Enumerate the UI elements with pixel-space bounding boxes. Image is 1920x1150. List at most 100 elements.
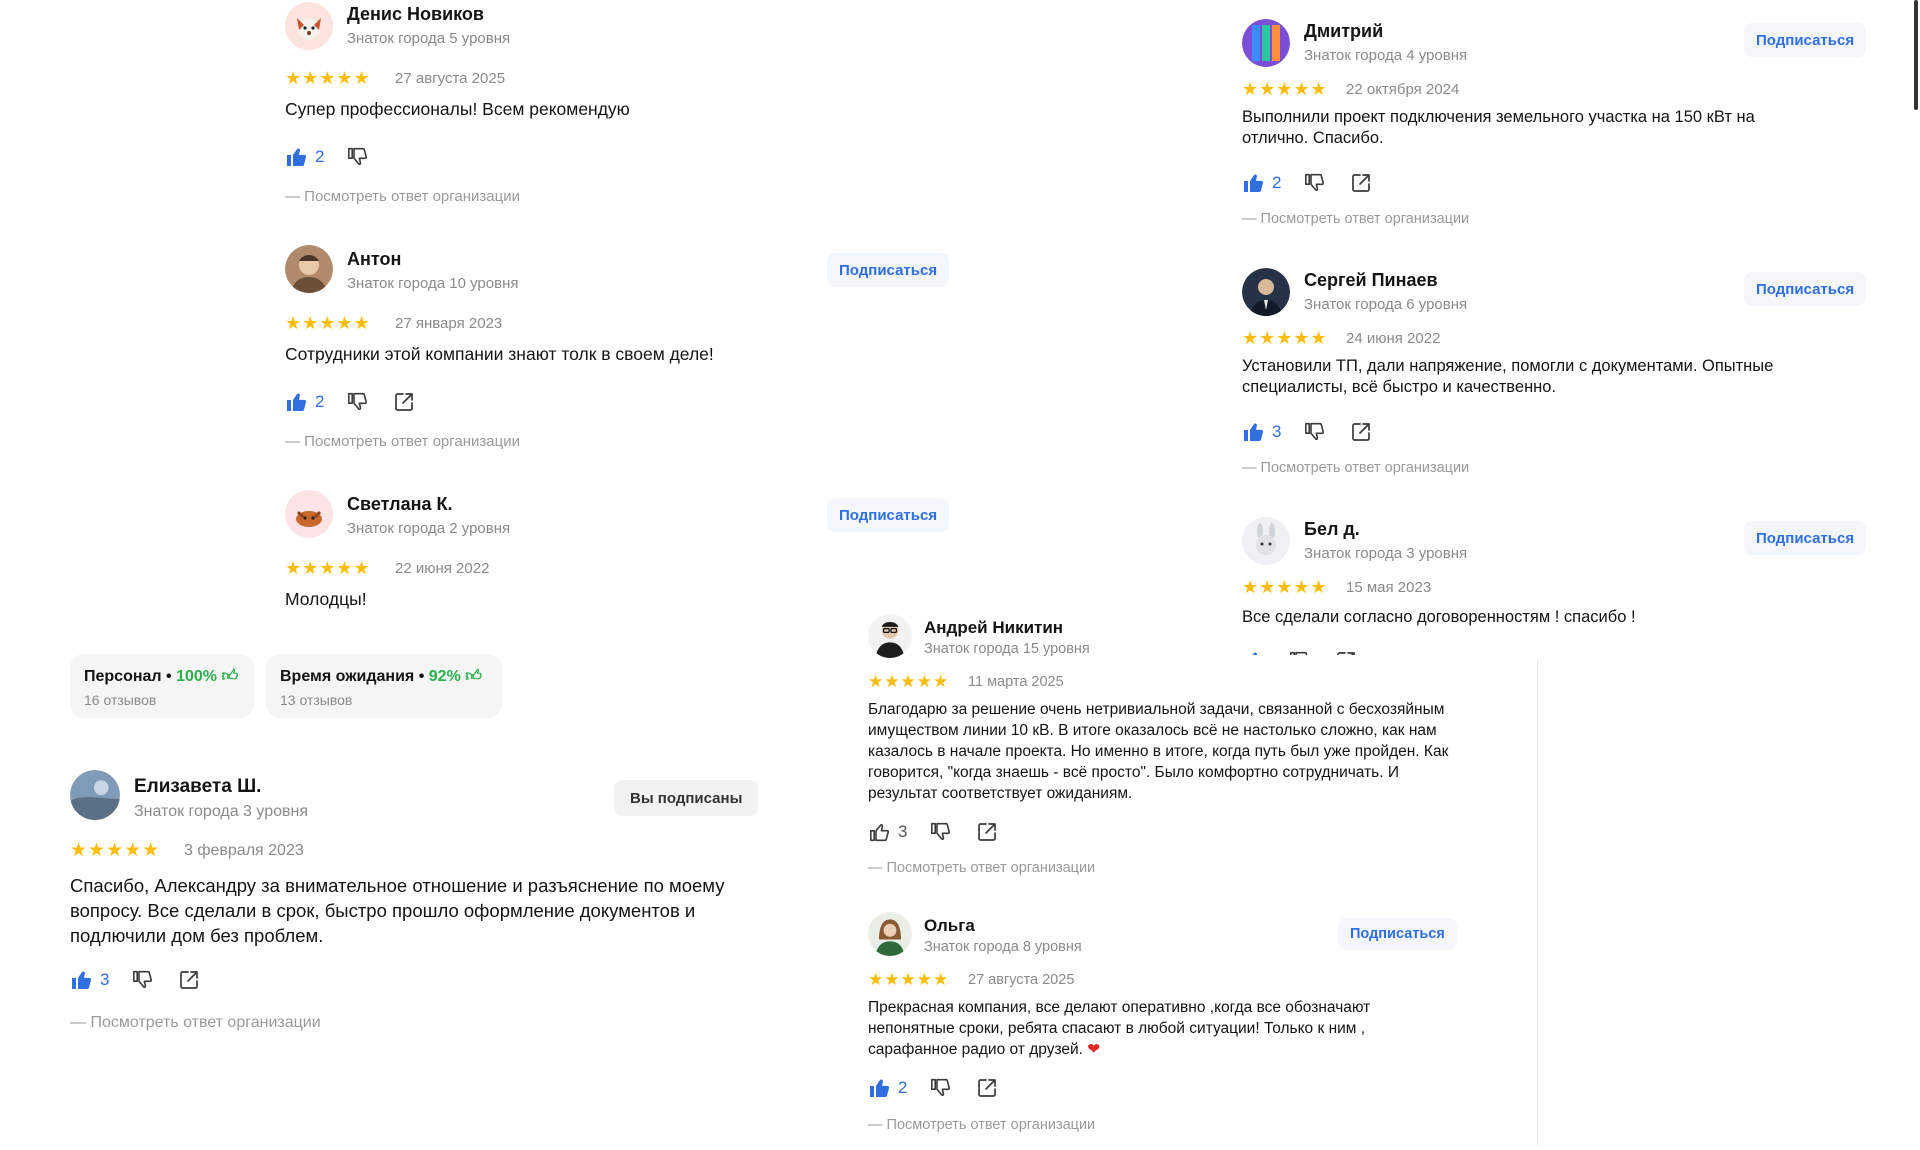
review-date: 27 августа 2025 xyxy=(395,70,506,87)
dislike-button[interactable] xyxy=(929,1076,953,1100)
share-button[interactable] xyxy=(177,968,201,992)
view-org-reply-link[interactable]: — Посмотреть ответ организации xyxy=(1242,211,1469,227)
reviewer-level: Знаток города 2 уровня xyxy=(347,520,511,537)
dislike-button[interactable] xyxy=(1303,420,1327,444)
review-text: Сотрудники этой компании знают толк в св… xyxy=(285,344,714,364)
reviewer-name[interactable]: Антон xyxy=(347,249,401,270)
review-actions: 2 xyxy=(868,1074,1021,1102)
review-card: Сергей Пинаев Знаток города 6 уровня Под… xyxy=(1242,266,1868,486)
share-button[interactable] xyxy=(1349,171,1373,195)
aspect-chip-waiting-time[interactable]: Время ожидания • 92% 👍︎ 13 отзывов xyxy=(266,654,502,718)
avatar[interactable] xyxy=(1242,268,1290,316)
review-card: Елизавета Ш. Знаток города 3 уровня Вы п… xyxy=(70,770,770,1040)
like-count: 2 xyxy=(1272,173,1282,192)
rating-stars: ★★★★★ xyxy=(1242,79,1328,99)
review-card: Антон Знаток города 10 уровня Подписатьс… xyxy=(285,245,965,450)
subscribe-button[interactable]: Подписаться xyxy=(827,253,950,287)
subscribe-button[interactable]: Подписаться xyxy=(1338,918,1457,950)
view-org-reply-link[interactable]: — Посмотреть ответ организации xyxy=(285,433,520,450)
aspect-label: Время ожидания xyxy=(280,668,415,685)
review-card: Дмитрий Знаток города 4 уровня Подписать… xyxy=(1242,17,1868,237)
reviewer-level: Знаток города 3 уровня xyxy=(134,803,309,820)
like-button[interactable]: 3 xyxy=(868,820,907,844)
like-button[interactable]: 2 xyxy=(1242,171,1281,195)
thumb-up-icon xyxy=(1242,420,1266,444)
review-date: 22 июня 2022 xyxy=(395,560,490,577)
share-icon xyxy=(1349,420,1373,444)
thumb-down-icon xyxy=(346,145,370,169)
reviewer-name[interactable]: Бел д. xyxy=(1304,519,1360,540)
avatar[interactable] xyxy=(868,614,912,658)
review-card: Светлана К. Знаток города 2 уровня Подпи… xyxy=(285,490,965,620)
subscribed-button[interactable]: Вы подписаны xyxy=(614,780,759,816)
dislike-button[interactable] xyxy=(929,820,953,844)
view-org-reply-link[interactable]: — Посмотреть ответ организации xyxy=(1242,460,1469,476)
reviewer-name[interactable]: Андрей Никитин xyxy=(924,618,1063,638)
like-count: 2 xyxy=(898,1078,908,1097)
thumb-down-icon xyxy=(1303,171,1327,195)
reviewer-name[interactable]: Елизавета Ш. xyxy=(134,776,261,798)
avatar[interactable] xyxy=(1242,19,1290,67)
aspect-count: 16 отзывов xyxy=(84,692,157,708)
avatar[interactable] xyxy=(285,490,333,538)
reviewer-name[interactable]: Денис Новиков xyxy=(347,4,484,25)
thumb-up-icon: 👍︎ xyxy=(465,668,482,685)
thumb-down-icon xyxy=(131,968,155,992)
aspect-label: Персонал xyxy=(84,668,162,685)
like-count: 3 xyxy=(1272,422,1282,441)
thumb-up-icon xyxy=(1242,171,1266,195)
avatar[interactable] xyxy=(285,2,333,50)
review-actions: 2 xyxy=(285,388,438,416)
review-text: Молодцы! xyxy=(285,589,367,609)
share-icon xyxy=(975,1076,999,1100)
like-button[interactable]: 2 xyxy=(285,390,324,414)
like-count: 2 xyxy=(315,392,325,411)
dislike-button[interactable] xyxy=(1303,171,1327,195)
view-org-reply-link[interactable]: — Посмотреть ответ организации xyxy=(868,860,1095,876)
reviewer-name[interactable]: Ольга xyxy=(924,916,975,936)
reviewer-name[interactable]: Сергей Пинаев xyxy=(1304,270,1438,291)
aspect-percent: 100% xyxy=(176,668,217,685)
review-text: Супер профессионалы! Всем рекомендую xyxy=(285,99,630,119)
review-text: Выполнили проект подключения земельного … xyxy=(1242,108,1755,147)
avatar[interactable] xyxy=(868,912,912,956)
share-button[interactable] xyxy=(975,820,999,844)
like-button[interactable]: 3 xyxy=(1242,420,1281,444)
rating-stars: ★★★★★ xyxy=(285,313,371,333)
view-org-reply-link[interactable]: — Посмотреть ответ организации xyxy=(70,1014,321,1032)
review-date: 27 января 2023 xyxy=(395,315,503,332)
avatar[interactable] xyxy=(70,770,120,820)
review-card: Андрей Никитин Знаток города 15 уровня ★… xyxy=(868,612,1468,882)
avatar[interactable] xyxy=(285,245,333,293)
review-actions: 3 xyxy=(1242,418,1395,446)
subscribe-button[interactable]: Подписаться xyxy=(1744,23,1867,57)
thumb-up-icon xyxy=(868,1076,892,1100)
scrollbar[interactable] xyxy=(1914,0,1918,110)
subscribe-button[interactable]: Подписаться xyxy=(1744,521,1867,555)
thumb-up-icon: 👍︎ xyxy=(221,668,239,685)
like-button[interactable]: 2 xyxy=(868,1076,907,1100)
like-button[interactable]: 3 xyxy=(70,968,109,992)
reviewer-level: Знаток города 8 уровня xyxy=(924,939,1082,955)
dislike-button[interactable] xyxy=(346,145,370,169)
avatar[interactable] xyxy=(1242,517,1290,565)
rating-stars: ★★★★★ xyxy=(868,672,950,691)
reviewer-level: Знаток города 15 уровня xyxy=(924,641,1090,657)
review-card: Ольга Знаток города 8 уровня Подписаться… xyxy=(868,912,1468,1137)
subscribe-button[interactable]: Подписаться xyxy=(827,498,950,532)
like-button[interactable]: 2 xyxy=(285,145,324,169)
thumb-down-icon xyxy=(929,820,953,844)
reviewer-name[interactable]: Светлана К. xyxy=(347,494,453,515)
share-button[interactable] xyxy=(1349,420,1373,444)
aspect-chip-staff[interactable]: Персонал • 100% 👍︎ 16 отзывов xyxy=(70,654,254,718)
view-org-reply-link[interactable]: — Посмотреть ответ организации xyxy=(868,1117,1095,1133)
share-button[interactable] xyxy=(975,1076,999,1100)
reviewer-level: Знаток города 10 уровня xyxy=(347,275,519,292)
view-org-reply-link[interactable]: — Посмотреть ответ организации xyxy=(285,188,520,205)
aspect-count: 13 отзывов xyxy=(280,692,353,708)
reviewer-name[interactable]: Дмитрий xyxy=(1304,21,1383,42)
dislike-button[interactable] xyxy=(346,390,370,414)
subscribe-button[interactable]: Подписаться xyxy=(1744,272,1867,306)
dislike-button[interactable] xyxy=(131,968,155,992)
share-button[interactable] xyxy=(392,390,416,414)
